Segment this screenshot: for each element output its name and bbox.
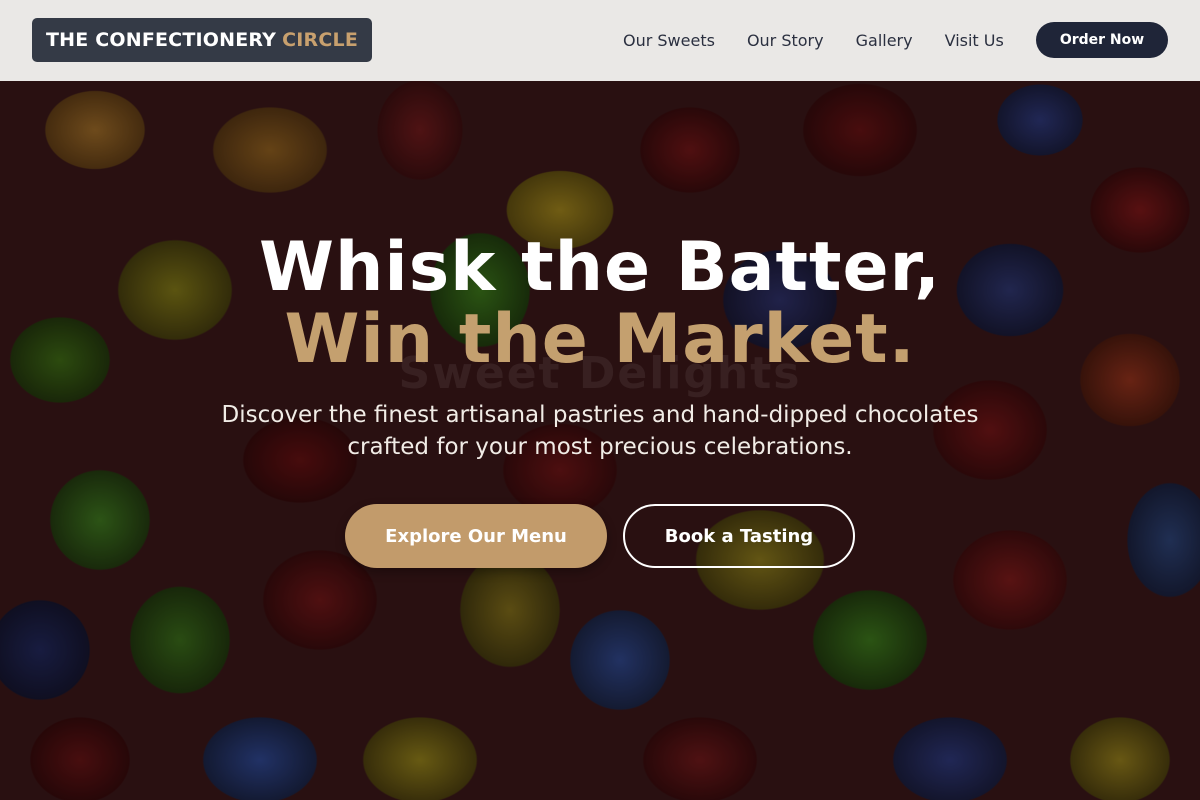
explore-menu-button[interactable]: Explore Our Menu [345, 504, 607, 568]
logo-text-accent: CIRCLE [282, 29, 359, 51]
top-navbar: THE CONFECTIONERY CIRCLE Our Sweets Our … [0, 0, 1200, 81]
nav-link-our-story[interactable]: Our Story [731, 31, 840, 50]
nav-link-visit-us[interactable]: Visit Us [929, 31, 1020, 50]
nav-link-gallery[interactable]: Gallery [840, 31, 929, 50]
logo-text-main: THE CONFECTIONERY [45, 29, 277, 51]
hero-headline-line2: Win the Market. [284, 300, 916, 379]
hero-headline-line1: Whisk the Batter, [258, 228, 942, 307]
main-navigation: Our Sweets Our Story Gallery Visit Us [607, 0, 1020, 81]
nav-link-our-sweets[interactable]: Our Sweets [607, 31, 731, 50]
site-logo[interactable]: THE CONFECTIONERY CIRCLE [32, 18, 372, 62]
hero-section: Whisk the Batter, Sweet Delights Win the… [0, 0, 1200, 800]
hero-subtitle: Discover the finest artisanal pastries a… [221, 402, 979, 460]
book-tasting-button[interactable]: Book a Tasting [623, 504, 855, 568]
order-now-button[interactable]: Order Now [1036, 22, 1168, 58]
